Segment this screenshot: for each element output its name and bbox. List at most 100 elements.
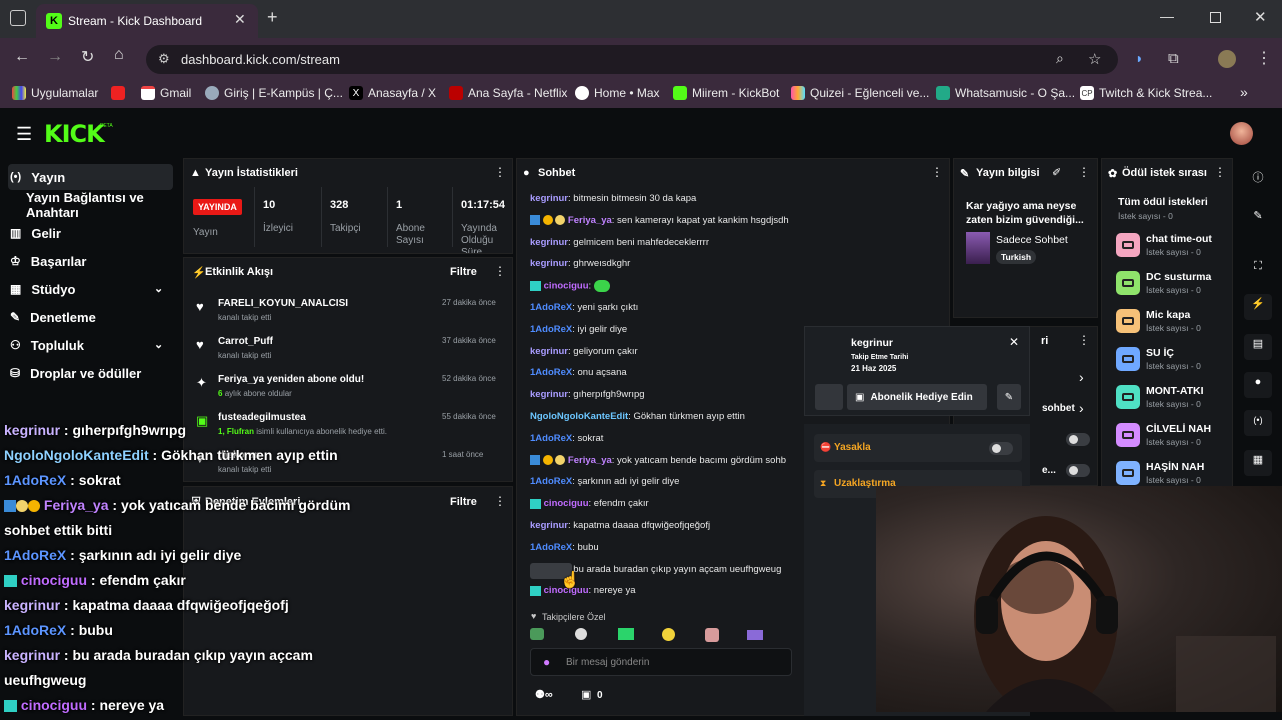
bookmark-gmail[interactable]: Gmail [141, 86, 191, 100]
tab-close-icon[interactable]: ✕ [234, 11, 246, 28]
emote-icon[interactable] [530, 628, 544, 640]
minimize-icon[interactable]: — [1160, 8, 1174, 24]
reward-item[interactable]: Mic kapa İstek sayısı - 0 [1116, 309, 1228, 339]
bookmark-star-icon[interactable]: ☆ [1088, 50, 1101, 68]
bookmark-x[interactable]: X Anasayfa / X [349, 86, 436, 100]
chat-username[interactable]: 1AdoReX [530, 367, 572, 378]
close-window-icon[interactable]: ✕ [1254, 8, 1267, 26]
emote-icon[interactable] [747, 630, 763, 640]
sidebar-item-stream-key[interactable]: Yayın Bağlantısı ve Anahtarı [26, 190, 182, 220]
extension-icon[interactable]: ◗ [1135, 50, 1143, 66]
ban-row[interactable]: ⛔ Yasakla [814, 434, 1022, 462]
close-icon[interactable]: ✕ [1009, 335, 1019, 349]
chevron-down-icon[interactable]: ⌄ [154, 338, 163, 351]
reload-icon[interactable]: ↻ [81, 47, 94, 67]
user-avatar[interactable] [1230, 122, 1253, 145]
chat-username[interactable]: kegrinur [530, 258, 568, 269]
url-text[interactable]: dashboard.kick.com/stream [181, 52, 340, 67]
bookmark-ekampus[interactable]: Giriş | E-Kampüs | Ç... [205, 86, 343, 100]
forward-icon[interactable]: → [47, 48, 63, 66]
reward-queue-icon[interactable]: ▦ [1244, 450, 1272, 476]
chat-username[interactable]: 1AdoReX [530, 476, 572, 487]
moderation-menu-icon[interactable]: ⋮ [494, 494, 506, 508]
chat-username[interactable]: 1AdoReX [530, 542, 572, 553]
bookmark-quizei[interactable]: Quizei - Eğlenceli ve... [791, 86, 929, 100]
profile-avatar[interactable] [1218, 50, 1236, 68]
maximize-icon[interactable] [1210, 12, 1221, 23]
bookmark-youtube[interactable] [111, 86, 125, 100]
bolt-icon[interactable]: ⚡ [1244, 294, 1272, 320]
chat-icon[interactable]: ● [1244, 372, 1272, 398]
reward-item[interactable]: CİLVELİ NAH İstek sayısı - 0 [1116, 423, 1228, 453]
chevron-right-icon[interactable]: › [1079, 369, 1084, 385]
document-icon[interactable]: ▤ [1244, 334, 1272, 360]
browser-tab[interactable]: K Stream - Kick Dashboard ✕ [36, 4, 258, 38]
toggle-switch[interactable] [1066, 433, 1090, 446]
reward-item[interactable]: chat time-out İstek sayısı - 0 [1116, 233, 1228, 263]
edit-icon[interactable]: ✐ [1052, 166, 1061, 179]
chevron-down-icon[interactable]: ⌄ [154, 282, 163, 295]
chat-username[interactable]: 1AdoReX [530, 324, 572, 335]
site-info-icon[interactable]: ⚙ [158, 51, 170, 67]
gift-icon[interactable]: ▣ [581, 688, 591, 701]
ban-toggle[interactable] [989, 442, 1013, 455]
kick-logo[interactable]: KICK [44, 120, 105, 148]
emote-icon[interactable] [618, 628, 634, 640]
tab-search-icon[interactable] [10, 10, 26, 26]
chat-username[interactable]: Feriya_ya [568, 215, 612, 226]
bookmark-twitch-kick[interactable]: CP Twitch & Kick Strea... [1080, 86, 1212, 100]
chat-username[interactable]: 1AdoReX [530, 433, 572, 444]
zoom-icon[interactable]: ⌕ [1056, 50, 1064, 67]
activity-filter-button[interactable]: Filtre [450, 266, 477, 278]
sidebar-item-droplar[interactable]: ⛁ Droplar ve ödüller [10, 361, 141, 385]
chevron-right-icon[interactable]: › [1079, 400, 1084, 416]
sidebar-item-yayin[interactable]: (•) Yayın [10, 165, 65, 189]
chat-username[interactable]: NgoloNgoloKanteEdit [530, 411, 628, 422]
bookmark-apps[interactable]: Uygulamalar [12, 86, 98, 100]
activity-menu-icon[interactable]: ⋮ [494, 264, 506, 278]
stream-info-menu-icon[interactable]: ⋮ [1078, 165, 1090, 179]
emote-icon[interactable] [662, 628, 675, 641]
bookmark-kickbot[interactable]: Miirem - KickBot [673, 86, 779, 100]
rewards-menu-icon[interactable]: ⋮ [1214, 165, 1226, 179]
sidebar-item-topluluk[interactable]: ⚇ Topluluk [10, 333, 84, 357]
chat-username[interactable]: kegrinur [530, 346, 568, 357]
channel-points-icon[interactable]: ⚉∞ [535, 688, 553, 701]
moderation-filter-button[interactable]: Filtre [450, 496, 477, 508]
bookmark-netflix[interactable]: Ana Sayfa - Netflix [449, 86, 567, 100]
new-tab-icon[interactable]: + [267, 7, 278, 28]
pencil-icon[interactable]: ✎ [1248, 206, 1268, 226]
emote-icon[interactable] [705, 628, 719, 642]
pin-icon[interactable]: ✎ [997, 384, 1021, 410]
sidebar-item-studyo[interactable]: ▦ Stüdyo [10, 277, 75, 301]
stats-menu-icon[interactable]: ⋮ [494, 165, 506, 179]
chat-username[interactable]: cinociguu [544, 498, 589, 509]
chat-menu-icon[interactable]: ⋮ [931, 165, 943, 179]
more-bookmarks-icon[interactable]: » [1240, 84, 1248, 100]
broadcast-icon[interactable]: (•) [1244, 410, 1272, 436]
url-bar[interactable]: ⚙ dashboard.kick.com/stream ⌕ ☆ [146, 45, 1118, 74]
reward-item[interactable]: DC susturma İstek sayısı - 0 [1116, 271, 1228, 301]
toggle-switch[interactable] [1066, 464, 1090, 477]
info-icon[interactable]: ⓘ [1248, 168, 1268, 188]
reward-item[interactable]: SU İÇ İstek sayısı - 0 [1116, 347, 1228, 377]
chat-username[interactable]: kegrinur [530, 389, 568, 400]
chat-username[interactable]: kegrinur [530, 193, 568, 204]
extensions-puzzle-icon[interactable]: ⧉ [1168, 50, 1179, 67]
all-rewards-label[interactable]: Tüm ödül istekleri [1118, 196, 1208, 208]
emote-icon[interactable] [575, 628, 587, 640]
chat-username[interactable]: kegrinur [530, 237, 568, 248]
chat-username[interactable]: cinociguu [544, 281, 589, 292]
chat-input[interactable]: ● Bir mesaj gönderin [530, 648, 792, 676]
sidebar-item-basarilar[interactable]: ♔ Başarılar [10, 249, 86, 273]
partial-menu-icon[interactable]: ⋮ [1078, 333, 1090, 347]
bookmark-whatsamusic[interactable]: Whatsamusic - O Şa... [936, 86, 1075, 100]
reward-item[interactable]: MONT-ATKI İstek sayısı - 0 [1116, 385, 1228, 415]
bookmark-max[interactable]: Home • Max [575, 86, 660, 100]
fullscreen-icon[interactable]: ⛶ [1248, 256, 1268, 276]
chat-username[interactable]: Feriya_ya [568, 455, 612, 466]
home-icon[interactable]: ⌂ [114, 46, 124, 64]
hamburger-menu-icon[interactable]: ☰ [16, 124, 32, 145]
browser-menu-icon[interactable]: ⋮ [1256, 48, 1272, 68]
sidebar-item-denetleme[interactable]: ✎ Denetleme [10, 305, 96, 329]
